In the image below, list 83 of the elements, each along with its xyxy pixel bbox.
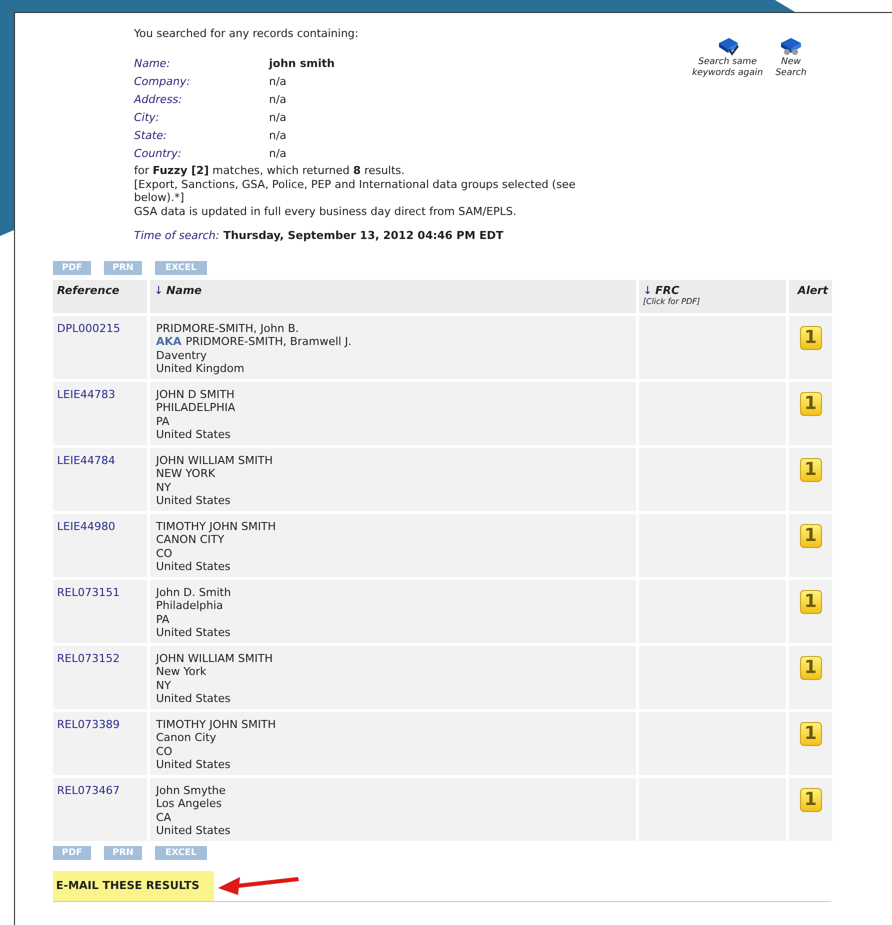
alert-badge[interactable]: 1 [800,656,822,680]
reference-link[interactable]: DPL000215 [57,322,120,334]
alert-badge[interactable]: 1 [800,722,822,746]
alias-name: PRIDMORE-SMITH, Bramwell J. [186,335,352,348]
summary-text: for Fuzzy [2] matches, which returned 8 results. [134,164,406,178]
field-value: n/a [269,110,288,126]
entity-country: United Kingdom [156,362,246,376]
field-value: n/a [269,146,288,162]
sort-arrow[interactable]: ↓ [154,284,164,296]
column-header[interactable]: Reference [53,280,147,312]
entity-name: TIMOTHY JOHN SMITH [156,520,277,533]
field-label: Address: [134,92,183,108]
sort-arrow[interactable]: ↓ [643,284,652,296]
entity-city: PHILADELPHIA [156,401,236,414]
entity-state: CA [156,810,172,824]
entity-country: United States [156,626,232,640]
summary-text: GSA data is updated in full every business day direct from SAM/EPLS. [134,204,518,218]
alert-badge[interactable]: 1 [800,524,822,548]
alert-badge[interactable]: 1 [800,788,822,812]
entity-state: NY [156,480,172,494]
action-link[interactable]: New Search [775,37,807,79]
reference-link[interactable]: REL073389 [57,718,120,730]
reference-link[interactable]: REL073152 [57,652,120,664]
entity-country: United States [156,758,232,772]
entity-city: NEW YORK [156,467,216,480]
reference-link[interactable]: REL073467 [57,784,120,796]
entity-state: PA [156,414,170,428]
arrow-icon [216,874,300,896]
entity-state: CO [156,744,174,758]
entity-country: United States [156,494,232,508]
field-label: Name: [134,56,172,72]
alert-badge[interactable]: 1 [800,326,822,350]
field-value: n/a [269,92,288,108]
entity-country: United States [156,560,232,574]
field-value: n/a [269,128,288,144]
reference-link[interactable]: LEIE44784 [57,454,116,466]
entity-name: John Smythe [156,784,227,797]
field-label: City: [134,110,160,126]
entity-country: United States [156,824,232,838]
summary-text: [Export, Sanctions, GSA, Police, PEP and International data groups selected (see below).*] [134,178,576,204]
book-glasses-icon [778,37,804,57]
time-value: Thursday, September 13, 2012 04:46 PM EDT [223,228,504,244]
alert-badge[interactable]: 1 [800,392,822,416]
column-header[interactable]: ↓ Name [150,280,636,312]
entity-name: John D. Smith [156,586,232,599]
entity-city: New York [156,665,208,678]
reference-link[interactable]: LEIE44783 [57,388,116,400]
entity-state: PA [156,612,170,626]
reference-link[interactable]: LEIE44980 [57,520,116,532]
entity-city: Daventry [156,348,208,362]
field-value: john smith [269,56,335,72]
entity-country: United States [156,428,232,442]
field-label: Country: [134,146,182,162]
aka-label: AKA [156,335,182,348]
entity-city: Philadelphia [156,599,224,612]
column-header[interactable]: Alert [789,280,832,312]
field-label: Company: [134,74,192,90]
alert-badge[interactable]: 1 [800,458,822,482]
header-label: FRC [655,284,680,296]
entity-name: TIMOTHY JOHN SMITH [156,718,277,731]
header-note: [Click for PDF] [643,296,701,306]
intro-text: You searched for any records containing: [134,26,360,42]
header-label: Name [166,284,202,296]
email-results-link[interactable]: E-MAIL THESE RESULTS [53,870,214,900]
entity-country: United States [156,692,232,706]
entity-city: Canon City [156,731,218,744]
entity-city: Los Angeles [156,797,223,810]
entity-city: CANON CITY [156,533,226,546]
entity-name: JOHN WILLIAM SMITH [156,652,274,665]
entity-name: JOHN WILLIAM SMITH [156,454,274,467]
field-value: n/a [269,74,288,90]
header-label: Reference [57,284,120,296]
time-label: Time of search: [134,228,220,244]
alert-badge[interactable]: 1 [800,590,822,614]
entity-name: JOHN D SMITH [156,388,236,401]
field-label: State: [134,128,168,144]
column-header[interactable]: ↓ FRC [Click for PDF] [639,280,786,312]
header-label: Alert [798,284,828,296]
entity-state: NY [156,678,172,692]
entity-state: CO [156,546,174,560]
action-link[interactable]: Search same keywords again [690,37,765,79]
entity-name: PRIDMORE-SMITH, John B. [156,322,300,335]
reference-link[interactable]: REL073151 [57,586,120,598]
